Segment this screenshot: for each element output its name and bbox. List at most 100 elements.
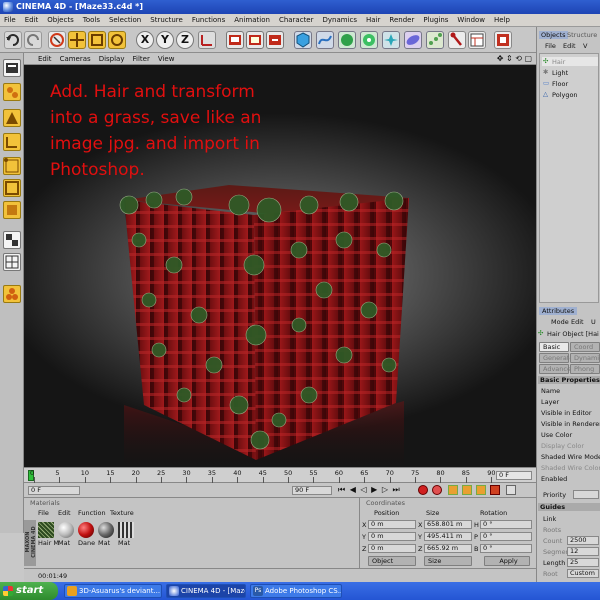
coordinate-system-icon[interactable] bbox=[198, 31, 216, 49]
array-modeling-icon[interactable] bbox=[360, 31, 378, 49]
attr-tab-coord[interactable]: Coord bbox=[570, 342, 600, 352]
attributes-menu-mode[interactable]: Mode bbox=[551, 318, 569, 326]
render-picture-viewer-icon[interactable] bbox=[246, 31, 264, 49]
coord-pos-z-field[interactable]: 0 m bbox=[368, 544, 416, 553]
attr-tab-advanced[interactable]: Advanced bbox=[539, 364, 575, 374]
objects-menu-edit[interactable]: Edit bbox=[563, 42, 576, 50]
keyframe-rotation-icon[interactable] bbox=[476, 485, 486, 495]
attributes-menu-edit[interactable]: Edit bbox=[571, 318, 584, 326]
basic-property-row[interactable]: Shaded Wire Color bbox=[541, 464, 600, 472]
x-axis-lock-button[interactable]: X bbox=[136, 31, 154, 49]
priority-field[interactable] bbox=[573, 490, 599, 499]
menu-character[interactable]: Character bbox=[279, 16, 314, 24]
objects-menu-view[interactable]: V bbox=[583, 42, 587, 50]
coord-mode-size-select[interactable]: Size bbox=[424, 556, 472, 566]
menu-selection[interactable]: Selection bbox=[109, 16, 141, 24]
use-polygon-tool-icon[interactable] bbox=[3, 201, 21, 219]
coord-size-z-field[interactable]: 665.92 m bbox=[424, 544, 472, 553]
material-swatch-3[interactable]: Dane bbox=[78, 522, 95, 547]
move-icon[interactable] bbox=[68, 31, 86, 49]
scene-objects-icon[interactable] bbox=[404, 31, 422, 49]
z-axis-lock-button[interactable]: Z bbox=[176, 31, 194, 49]
basic-property-row[interactable]: Name bbox=[541, 387, 560, 395]
record-icon[interactable] bbox=[418, 485, 428, 495]
material-swatch-5[interactable]: Mat bbox=[118, 522, 134, 547]
attr-tab-basic[interactable]: Basic bbox=[539, 342, 569, 352]
animation-mode-icon[interactable] bbox=[3, 285, 21, 303]
menu-edit[interactable]: Edit bbox=[25, 16, 39, 24]
menu-tools[interactable]: Tools bbox=[83, 16, 100, 24]
basic-property-row[interactable]: Layer bbox=[541, 398, 559, 406]
keyframe-position-icon[interactable] bbox=[448, 485, 458, 495]
coord-rot-b-field[interactable]: 0 ° bbox=[480, 544, 532, 553]
menu-functions[interactable]: Functions bbox=[192, 16, 225, 24]
start-button[interactable]: start bbox=[0, 582, 58, 600]
taskbar-item-browser[interactable]: 3D-Asuarus's deviant... bbox=[64, 584, 162, 598]
use-model-tool-icon[interactable] bbox=[3, 109, 21, 127]
particles-icon[interactable] bbox=[426, 31, 444, 49]
menu-plugins[interactable]: Plugins bbox=[423, 16, 448, 24]
attributes-menu-user[interactable]: U bbox=[591, 318, 596, 326]
layout-icon[interactable] bbox=[468, 31, 486, 49]
tab-objects[interactable]: Objects bbox=[539, 31, 568, 39]
taskbar-item-cinema4d[interactable]: CINEMA 4D - [Maze3... bbox=[166, 584, 246, 598]
menu-structure[interactable]: Structure bbox=[150, 16, 183, 24]
attr-tab-dynamics[interactable]: Dynamics bbox=[570, 353, 600, 363]
menu-render[interactable]: Render bbox=[389, 16, 414, 24]
menu-objects[interactable]: Objects bbox=[47, 16, 73, 24]
object-item-polygon[interactable]: △ Polygon bbox=[542, 90, 598, 99]
coord-pos-y-field[interactable]: 0 m bbox=[368, 532, 416, 541]
menu-animation[interactable]: Animation bbox=[234, 16, 270, 24]
viewport-menu-filter[interactable]: Filter bbox=[133, 55, 150, 63]
live-selection-icon[interactable] bbox=[48, 31, 66, 49]
cube-primitive-icon[interactable] bbox=[294, 31, 312, 49]
tab-structure[interactable]: Structure bbox=[567, 31, 597, 39]
use-texture-tool-icon[interactable] bbox=[3, 133, 21, 151]
y-axis-lock-button[interactable]: Y bbox=[156, 31, 174, 49]
taskbar-item-photoshop[interactable]: Ps Adobe Photoshop CS... bbox=[250, 584, 342, 598]
deformer-icon[interactable] bbox=[382, 31, 400, 49]
viewport-nav-icons[interactable]: ✥ ⇕ ⟲ ▢ bbox=[497, 54, 532, 63]
guides-row-field[interactable]: 25 bbox=[567, 558, 599, 567]
keyframe-scale-icon[interactable] bbox=[462, 485, 472, 495]
undo-icon[interactable] bbox=[4, 31, 22, 49]
autokey-icon[interactable] bbox=[432, 485, 442, 495]
material-swatch-1[interactable]: Hair M bbox=[38, 522, 59, 547]
attr-tab-generate[interactable]: Generate bbox=[539, 353, 573, 363]
coord-rot-h-field[interactable]: 0 ° bbox=[480, 520, 532, 529]
render-view-icon[interactable] bbox=[226, 31, 244, 49]
scale-icon[interactable] bbox=[88, 31, 106, 49]
objects-menu-file[interactable]: File bbox=[545, 42, 556, 50]
object-item-light[interactable]: ✱ Light bbox=[542, 68, 598, 77]
object-item-hair[interactable]: ✣ Hair bbox=[542, 57, 598, 66]
menu-file[interactable]: File bbox=[4, 16, 16, 24]
guides-row-field[interactable]: Custom bbox=[567, 569, 599, 578]
materials-menu-edit[interactable]: Edit bbox=[58, 509, 71, 517]
menu-dynamics[interactable]: Dynamics bbox=[323, 16, 358, 24]
coord-pos-x-field[interactable]: 0 m bbox=[368, 520, 416, 529]
use-point-tool-icon[interactable] bbox=[3, 157, 21, 175]
current-frame-field[interactable]: 0 F bbox=[496, 471, 532, 480]
material-swatch-4[interactable]: Mat bbox=[98, 522, 114, 547]
basic-property-row[interactable]: Enabled bbox=[541, 475, 567, 483]
basic-property-row[interactable]: Shaded Wire Mode bbox=[541, 453, 600, 461]
render-settings-icon[interactable] bbox=[266, 31, 284, 49]
viewport-menu-view[interactable]: View bbox=[158, 55, 175, 63]
checkerboard-icon[interactable] bbox=[3, 231, 21, 249]
use-object-tool-icon[interactable] bbox=[3, 83, 21, 101]
redo-icon[interactable] bbox=[24, 31, 42, 49]
use-camera-icon[interactable] bbox=[3, 59, 21, 77]
layout-switch-icon[interactable] bbox=[494, 31, 512, 49]
keyframe-param-icon[interactable] bbox=[490, 485, 500, 495]
coord-size-x-field[interactable]: 658.801 m bbox=[424, 520, 472, 529]
timeline-ruler[interactable]: 0 5 10 15 20 25 30 35 40 45 50 55 60 65 70 75 80 85 90 0 F bbox=[24, 467, 536, 483]
material-swatch-2[interactable]: Mat bbox=[58, 522, 74, 547]
viewport-menu-display[interactable]: Display bbox=[99, 55, 125, 63]
basic-property-row[interactable]: Display Color bbox=[541, 442, 584, 450]
basic-property-row[interactable]: Use Color bbox=[541, 431, 572, 439]
nurbs-icon[interactable] bbox=[338, 31, 356, 49]
attr-tab-phong[interactable]: Phong bbox=[570, 364, 600, 374]
python-tools-icon[interactable] bbox=[448, 31, 466, 49]
use-edge-tool-icon[interactable] bbox=[3, 179, 21, 197]
coord-mode-object-select[interactable]: Object bbox=[368, 556, 416, 566]
